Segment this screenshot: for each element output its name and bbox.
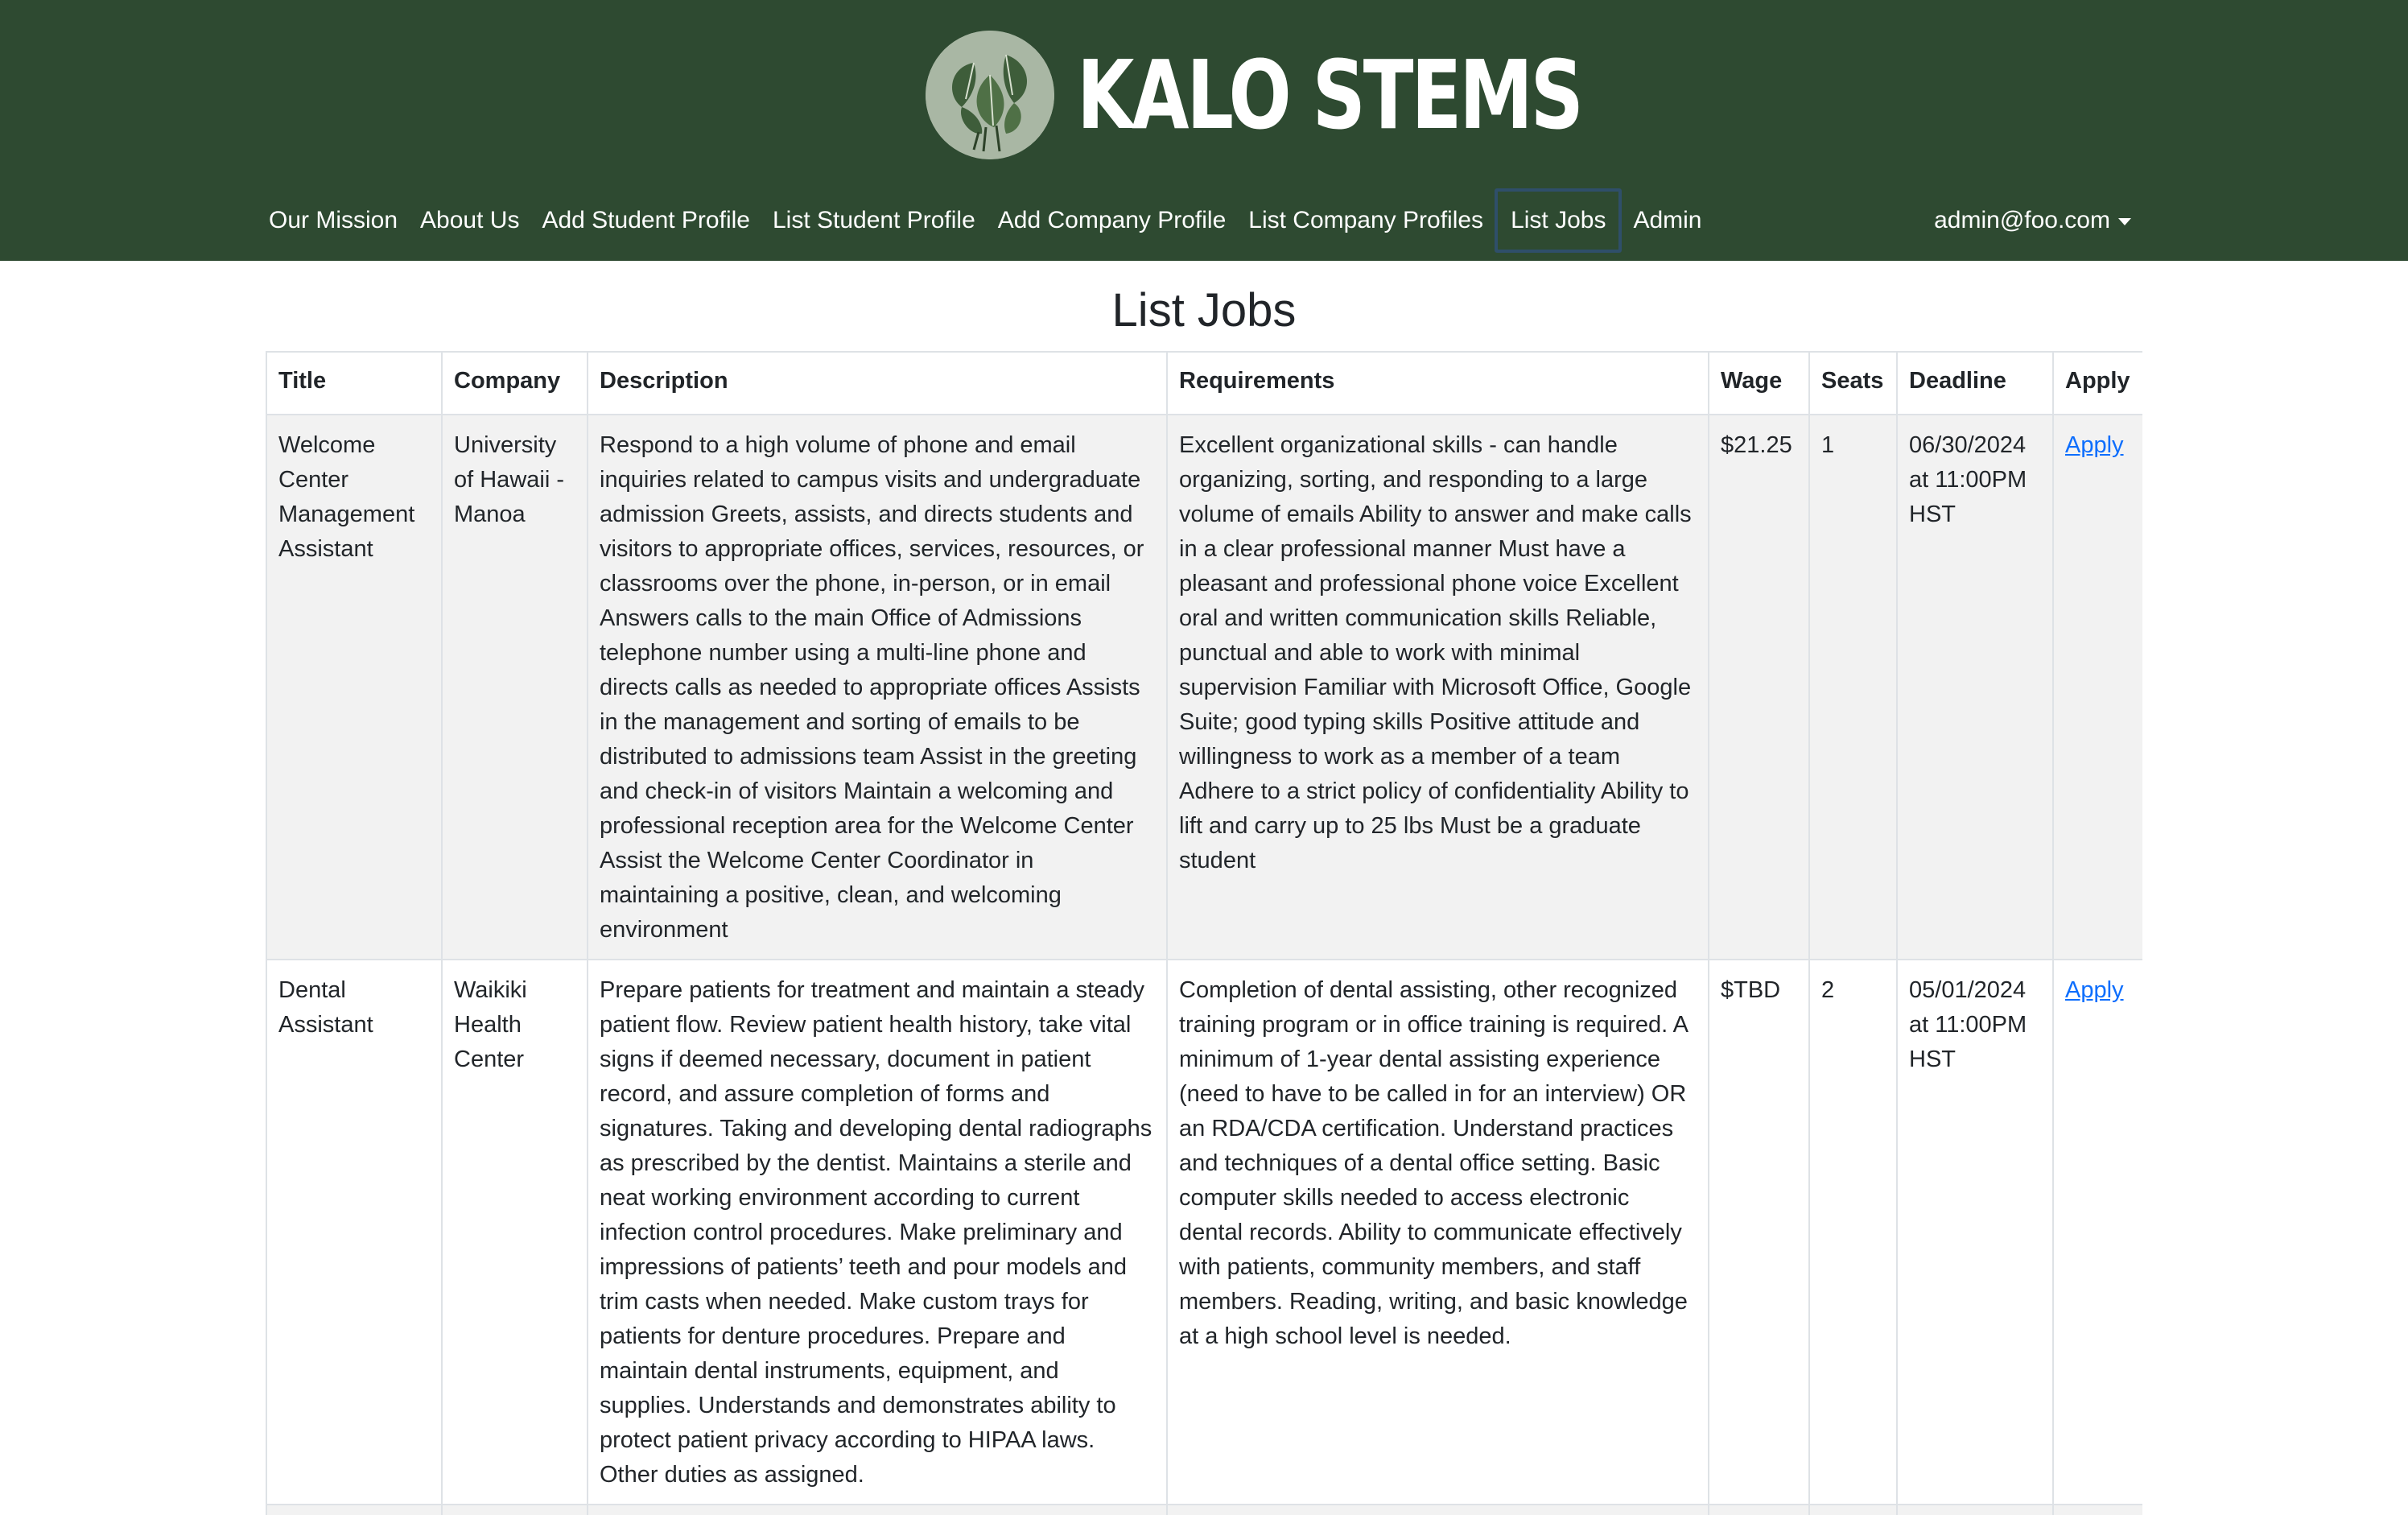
nav-about-us[interactable]: About Us	[409, 188, 530, 253]
user-dropdown[interactable]: admin@foo.com	[1934, 184, 2131, 258]
nav-list-jobs[interactable]: List Jobs	[1495, 188, 1623, 253]
nav-admin[interactable]: Admin	[1622, 188, 1713, 253]
table-cell	[441, 1504, 588, 1515]
nav-list-student-profile[interactable]: List Student Profile	[761, 188, 987, 253]
navbar: KALO STEMS Our Mission About Us Add Stud…	[0, 0, 2408, 261]
job-apply-cell: Apply	[2052, 414, 2142, 960]
job-seats: 1	[1808, 414, 1898, 960]
table-cell	[1808, 1504, 1898, 1515]
job-company: University of Hawaii - Manoa	[441, 414, 588, 960]
job-company: Waikiki Health Center	[441, 959, 588, 1505]
column-header-deadline: Deadline	[1896, 351, 2054, 415]
table-cell	[1708, 1504, 1810, 1515]
table-cell	[1166, 1504, 1709, 1515]
table-row: Welcome Center Management Assistant Univ…	[266, 414, 2142, 960]
job-wage: $21.25	[1708, 414, 1810, 960]
main-nav: Our Mission About Us Add Student Profile…	[258, 184, 1713, 258]
jobs-table: Title Company Description Requirements W…	[266, 351, 2142, 1515]
job-requirements: Completion of dental assisting, other re…	[1166, 959, 1709, 1505]
table-row: Dental Assistant Waikiki Health Center P…	[266, 959, 2142, 1505]
nav-add-company-profile[interactable]: Add Company Profile	[987, 188, 1237, 253]
nav-add-student-profile[interactable]: Add Student Profile	[530, 188, 761, 253]
apply-link[interactable]: Apply	[2065, 977, 2124, 1003]
table-cell	[266, 1504, 443, 1515]
column-header-title: Title	[266, 351, 443, 415]
column-header-requirements: Requirements	[1166, 351, 1709, 415]
taro-leaf-logo-icon	[926, 31, 1054, 159]
nav-our-mission[interactable]: Our Mission	[258, 188, 409, 253]
table-header-row: Title Company Description Requirements W…	[266, 351, 2142, 415]
table-cell	[587, 1504, 1168, 1515]
job-deadline: 05/01/2024 at 11:00PM HST	[1896, 959, 2054, 1505]
jobs-table-container: Title Company Description Requirements W…	[266, 351, 2142, 1515]
column-header-company: Company	[441, 351, 588, 415]
job-deadline: 06/30/2024 at 11:00PM HST	[1896, 414, 2054, 960]
brand[interactable]: KALO STEMS	[926, 31, 1724, 159]
job-description: Prepare patients for treatment and maint…	[587, 959, 1168, 1505]
user-email: admin@foo.com	[1934, 207, 2110, 233]
table-cell	[1896, 1504, 2054, 1515]
column-header-apply: Apply	[2052, 351, 2142, 415]
job-title: Dental Assistant	[266, 959, 443, 1505]
job-wage: $TBD	[1708, 959, 1810, 1505]
table-cell	[2052, 1504, 2142, 1515]
job-title: Welcome Center Management Assistant	[266, 414, 443, 960]
job-seats: 2	[1808, 959, 1898, 1505]
column-header-description: Description	[587, 351, 1168, 415]
caret-down-icon	[2118, 217, 2131, 225]
brand-name: KALO STEMS	[1077, 39, 1584, 151]
page-title: List Jobs	[1111, 284, 1297, 336]
job-description: Respond to a high volume of phone and em…	[587, 414, 1168, 960]
apply-link[interactable]: Apply	[2065, 432, 2124, 458]
column-header-wage: Wage	[1708, 351, 1810, 415]
job-requirements: Excellent organizational skills - can ha…	[1166, 414, 1709, 960]
job-apply-cell: Apply	[2052, 959, 2142, 1505]
nav-list-company-profiles[interactable]: List Company Profiles	[1237, 188, 1495, 253]
table-row	[266, 1504, 2142, 1515]
column-header-seats: Seats	[1808, 351, 1898, 415]
